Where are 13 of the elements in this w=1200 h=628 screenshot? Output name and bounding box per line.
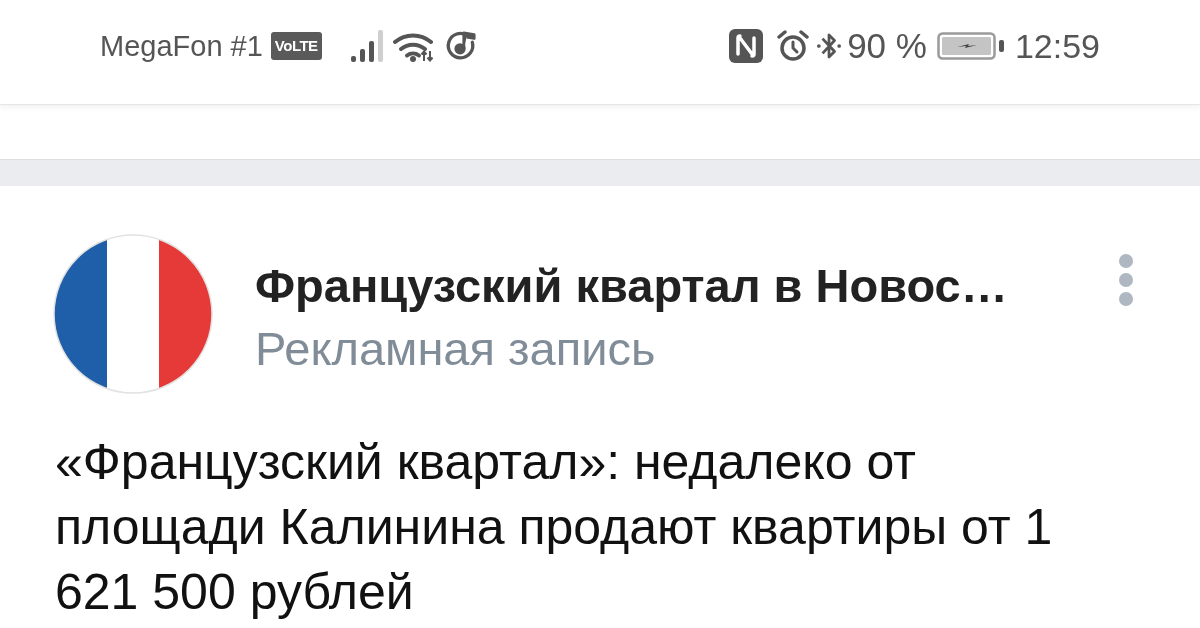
- music-note-icon: [444, 30, 477, 62]
- signal-icon: [350, 30, 385, 62]
- carrier-name: MegaFon #1: [100, 29, 263, 63]
- battery-percent: 90 %: [847, 26, 927, 66]
- battery-charging-icon: [936, 32, 1005, 60]
- clock-time: 12:59: [1014, 26, 1100, 66]
- post-subtitle: Рекламная запись: [255, 321, 656, 377]
- volte-badge: VoLTE: [270, 32, 322, 60]
- flag-avatar[interactable]: [53, 234, 213, 394]
- community-name[interactable]: Французский квартал в Новос…: [255, 258, 1008, 314]
- nfc-icon: [729, 29, 764, 63]
- alarm-clock-icon: [777, 30, 810, 62]
- post-text: «Французский квартал»: недалеко от площади Калинина продают квартиры от 1 621 500 рублей: [55, 433, 1054, 622]
